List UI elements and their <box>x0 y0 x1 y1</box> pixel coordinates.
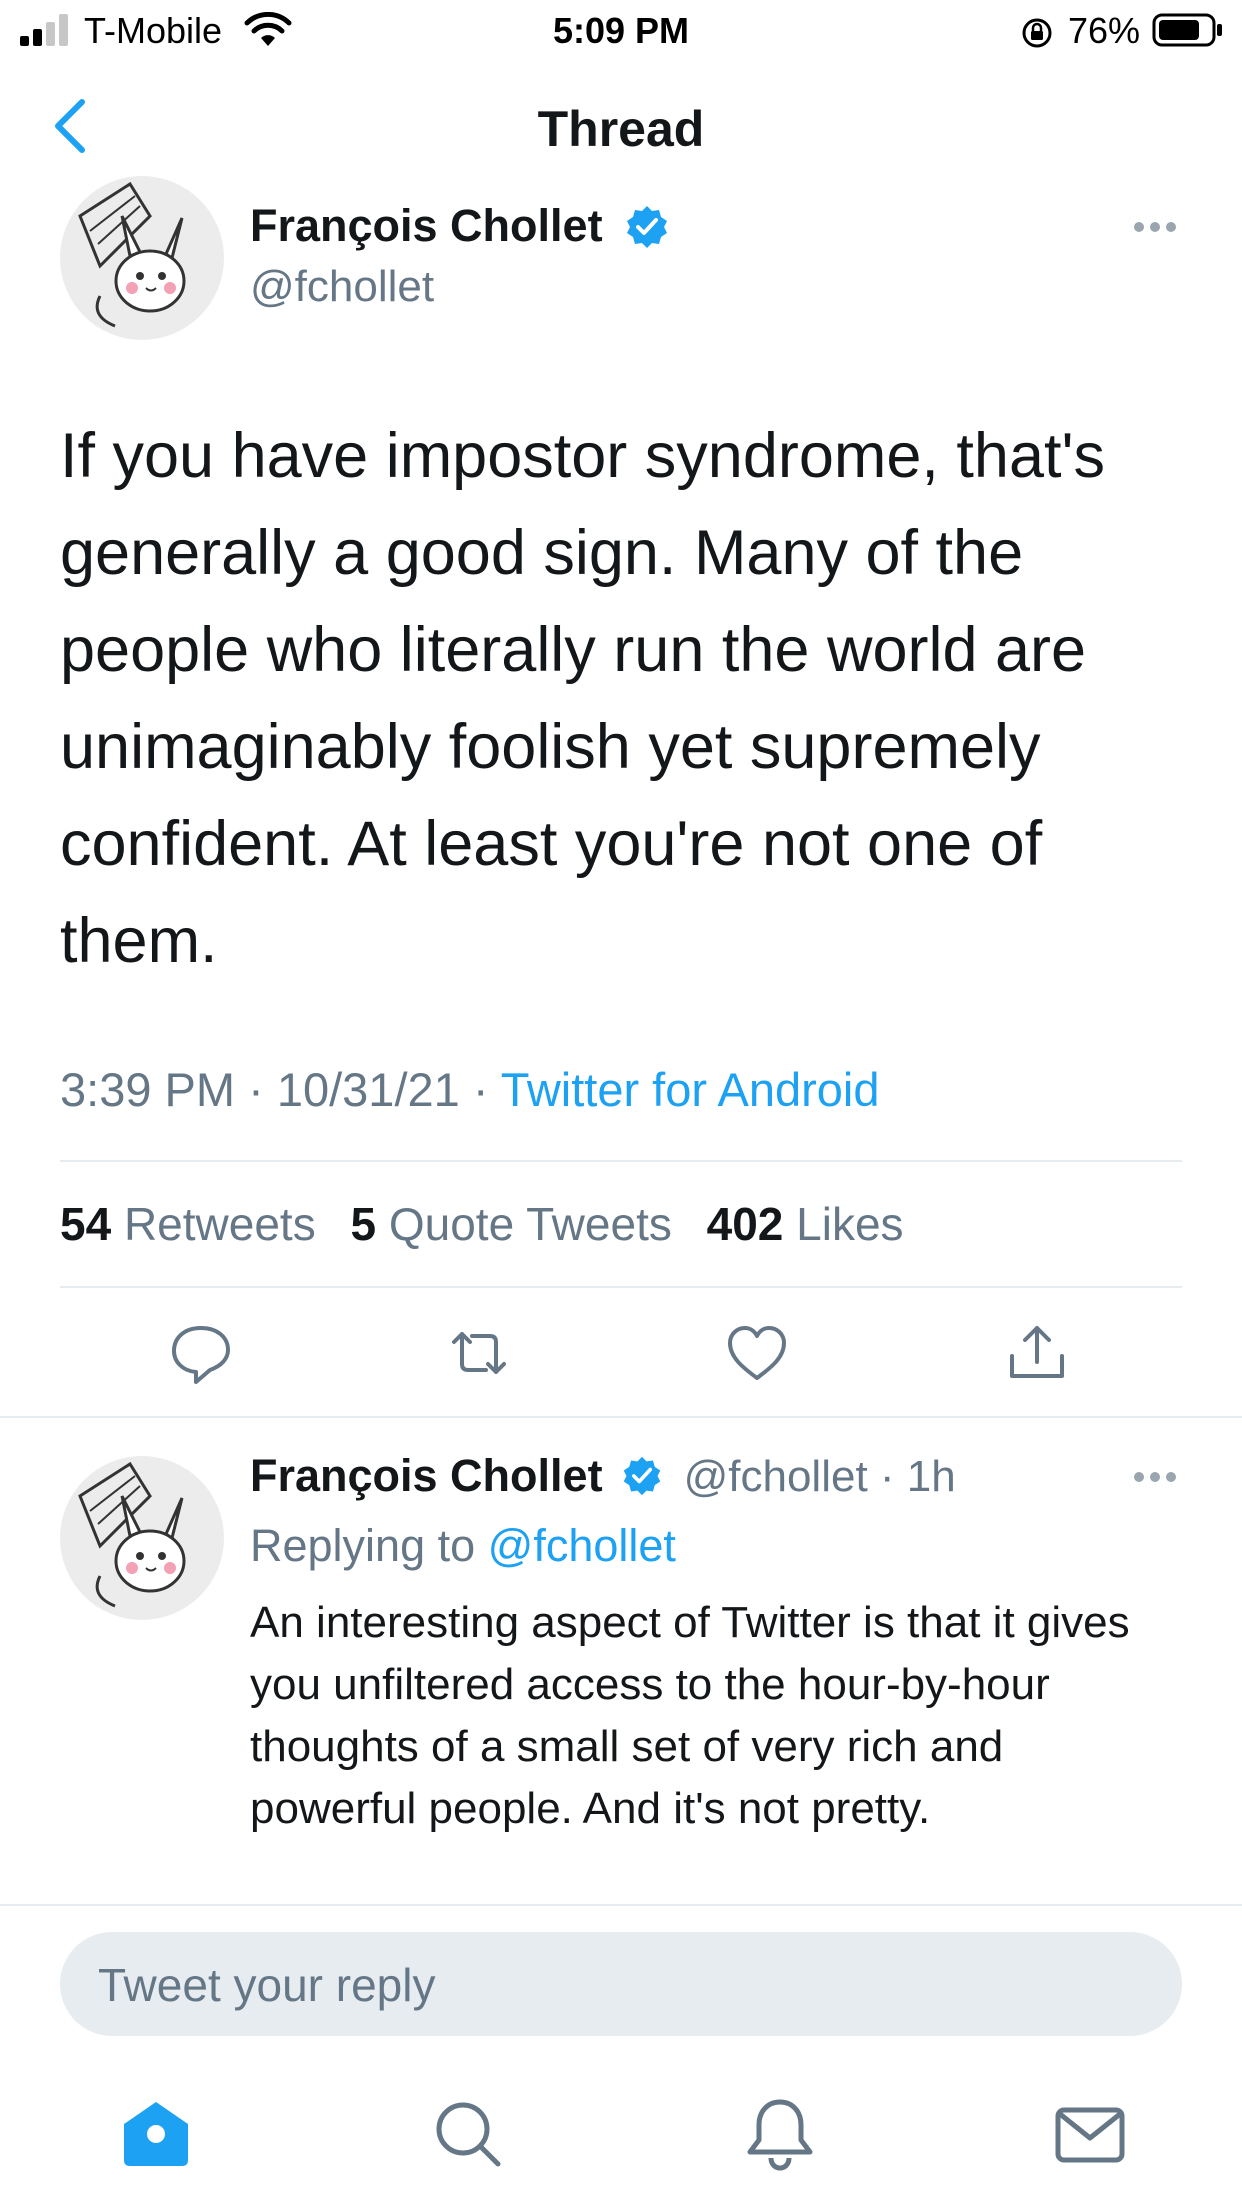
author-name[interactable]: François Chollet <box>250 200 603 252</box>
like-icon[interactable] <box>722 1318 792 1388</box>
quotes-count: 5 <box>350 1198 377 1250</box>
replying-label: Replying to <box>250 1520 476 1571</box>
verified-badge-icon <box>627 206 667 248</box>
battery-percent: 76% <box>1068 10 1141 51</box>
replying-to: Replying to @fchollet <box>250 1520 676 1572</box>
quotes-label: Quote Tweets <box>388 1198 672 1250</box>
author-handle[interactable]: @fchollet <box>250 262 434 312</box>
avatar-drawing <box>78 1461 186 1608</box>
divider <box>0 1904 1242 1906</box>
avatar[interactable] <box>60 176 224 340</box>
search-icon[interactable] <box>428 2094 508 2174</box>
avatar[interactable] <box>60 1456 224 1620</box>
tweet-time: 3:39 PM <box>60 1063 236 1116</box>
reply-body: An interesting aspect of Twitter is that… <box>250 1598 1130 1833</box>
replying-to-link[interactable]: @fchollet <box>488 1520 676 1571</box>
divider <box>60 1160 1182 1162</box>
tweet-stats: 54 Retweets 5 Quote Tweets 402 Likes <box>60 1197 904 1251</box>
divider <box>60 1286 1182 1288</box>
status-bar: T-Mobile 5:09 PM 76% <box>0 0 1242 70</box>
reply-age: 1h <box>906 1452 956 1501</box>
likes-stat[interactable]: 402 Likes <box>707 1198 904 1250</box>
quotes-stat[interactable]: 5 Quote Tweets <box>350 1198 671 1250</box>
reply-input-placeholder: Tweet your reply <box>98 1959 436 2011</box>
verified-badge-icon <box>623 1456 661 1496</box>
likes-count: 402 <box>706 1198 784 1250</box>
divider <box>0 1416 1242 1418</box>
share-icon[interactable] <box>1002 1318 1072 1388</box>
reply-header: François Chollet @fchollet · 1h <box>250 1450 956 1501</box>
more-icon[interactable] <box>1132 220 1178 234</box>
reply-author-handle[interactable]: @fchollet <box>684 1452 868 1501</box>
retweets-label: Retweets <box>123 1198 316 1250</box>
tweet-source-link[interactable]: Twitter for Android <box>501 1063 880 1116</box>
notifications-icon[interactable] <box>740 2094 820 2174</box>
battery-icon <box>1152 13 1222 47</box>
reply-author-name[interactable]: François Chollet <box>250 1450 603 1501</box>
likes-label: Likes <box>796 1198 904 1250</box>
retweet-icon[interactable] <box>444 1318 514 1388</box>
retweets-count: 54 <box>60 1198 112 1250</box>
messages-icon[interactable] <box>1050 2094 1130 2174</box>
clock: 5:09 PM <box>552 10 690 51</box>
reply-composer[interactable]: Tweet your reply <box>60 1932 1182 2036</box>
retweets-stat[interactable]: 54 Retweets <box>60 1198 316 1250</box>
avatar-drawing <box>78 181 186 328</box>
more-icon[interactable] <box>1132 1470 1178 1484</box>
page-title: Thread <box>537 101 705 157</box>
reply-icon[interactable] <box>166 1318 236 1388</box>
tweet-meta: 3:39 PM · 10/31/21 · Twitter for Android <box>60 1063 880 1116</box>
orientation-lock-icon <box>1022 18 1052 48</box>
tweet-date: 10/31/21 <box>276 1063 460 1116</box>
tweet-body: If you have impostor syndrome, that's ge… <box>60 421 1106 976</box>
home-icon[interactable] <box>116 2094 196 2174</box>
